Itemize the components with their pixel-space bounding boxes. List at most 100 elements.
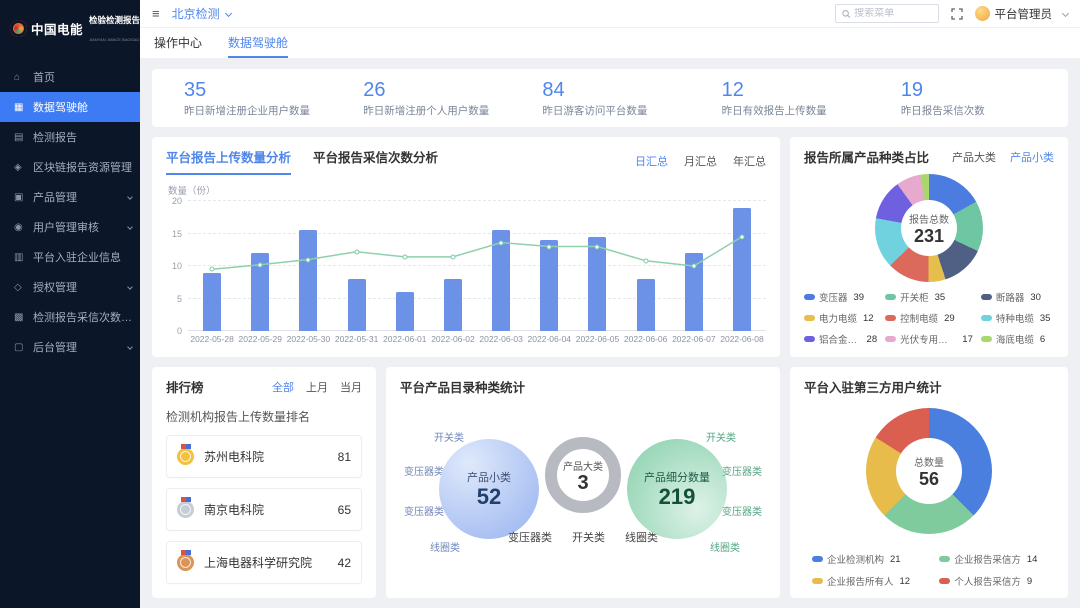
sidebar-item-label: 数据驾驶舱 (33, 99, 132, 115)
category-share-card: 报告所属产品种类占比 产品大类产品小类 报告总数 231 变压器39开关柜35断… (790, 137, 1068, 357)
legend-label: 光伏专用电缆 (900, 332, 956, 346)
bronze-medal-icon (177, 554, 194, 571)
stat-item: 26昨日新增注册个人用户数量 (341, 79, 520, 118)
legend-swatch-icon (939, 556, 950, 562)
bubble-label: 产品小类 (467, 469, 511, 485)
legend-item[interactable]: 海底电缆6 (981, 332, 1054, 346)
analysis-tab-adoption[interactable]: 平台报告采信次数分析 (313, 147, 438, 175)
legend-item[interactable]: 铝合金电缆28 (804, 332, 877, 346)
sidebar-item-label: 检测报告 (33, 129, 132, 145)
region-selector[interactable]: 北京检测 (172, 5, 231, 22)
period-tab-yearly[interactable]: 年汇总 (733, 153, 766, 169)
legend-value: 17 (962, 334, 973, 345)
sidebar-item-admin[interactable]: ▢后台管理 (0, 332, 140, 362)
legend-item[interactable]: 断路器 30 (981, 290, 1054, 304)
search-box[interactable] (835, 4, 939, 23)
legend-item[interactable]: 企业报告所有人12 (812, 574, 929, 588)
category-tabs: 产品大类产品小类 (952, 149, 1054, 165)
period-tab-daily[interactable]: 日汇总 (635, 153, 668, 169)
period-tab-monthly[interactable]: 月汇总 (684, 153, 717, 169)
detail-category-bubble[interactable]: 产品细分数量 219 (627, 439, 727, 539)
analysis-tab-upload[interactable]: 平台报告上传数量分析 (166, 147, 291, 175)
sidebar-item-label: 授权管理 (33, 279, 122, 295)
page-tab-dashboard[interactable]: 数据驾驶舱 (228, 28, 288, 58)
ranking-tab-last-month[interactable]: 上月 (306, 379, 328, 395)
bubble-label: 产品细分数量 (644, 469, 710, 485)
rank-name: 南京电科院 (204, 501, 338, 518)
users-donut-chart[interactable]: 总数量 56 (866, 408, 992, 534)
legend-label: 断路器 (996, 290, 1025, 304)
major-category-ring[interactable]: 产品大类 3 (545, 437, 621, 513)
float-label: 线圈类 (710, 539, 740, 554)
legend-item[interactable]: 光伏专用电缆 17 (885, 332, 973, 346)
float-label: 开关类 (434, 429, 464, 444)
stat-item: 19 昨日报告采信次数 (879, 79, 1058, 118)
legend-item[interactable]: 电力电缆12 (804, 311, 877, 325)
rank-item[interactable]: 苏州电科院81 (166, 435, 362, 478)
gold-medal-icon (177, 448, 194, 465)
legend-item[interactable]: 企业报告采信方14 (939, 552, 1046, 566)
legend-item[interactable]: 特种电缆35 (981, 311, 1054, 325)
fullscreen-icon[interactable] (951, 8, 963, 20)
upload-analysis-card: 平台报告上传数量分析平台报告采信次数分析 日汇总月汇总年汇总 数量（份） 051… (152, 137, 780, 357)
stat-label: 昨日新增注册企业用户数量 (184, 103, 341, 118)
legend-item[interactable]: 变压器39 (804, 290, 877, 304)
sidebar-item-product[interactable]: ▣产品管理 (0, 182, 140, 212)
catalog-stats-card: 平台产品目录种类统计 开关类变压器类变压器类线圈类 产品小类 52 产品大类 3 (386, 367, 780, 598)
sidebar-item-user-audit[interactable]: ◉用户管理审核 (0, 212, 140, 242)
charts-row: 平台报告上传数量分析平台报告采信次数分析 日汇总月汇总年汇总 数量（份） 051… (152, 137, 1068, 357)
stat-label: 昨日报告采信次数 (901, 103, 1058, 118)
rank-item[interactable]: 上海电器科学研究院42 (166, 541, 362, 584)
bar-chart[interactable]: 05101520 (166, 201, 766, 331)
legend-label: 控制电缆 (900, 311, 938, 325)
sidebar-item-label: 产品管理 (33, 189, 122, 205)
topbar: ≡ 北京检测 平台管理员 (140, 0, 1080, 28)
page-tab-operation[interactable]: 操作中心 (154, 28, 202, 58)
plot-area (188, 201, 766, 331)
rank-value: 81 (338, 450, 351, 464)
category-tab-minor[interactable]: 产品小类 (1010, 149, 1054, 165)
rank-item[interactable]: 南京电科院65 (166, 488, 362, 531)
x-tick-label: 2022-05-31 (333, 334, 381, 344)
major-label: 变压器类 (508, 529, 552, 545)
ranking-tab-all[interactable]: 全部 (272, 379, 294, 395)
brand-platform: 检验检测报告平台 JIANYAN JIANCE BAOGAO PINGTAI (89, 10, 132, 46)
sidebar-item-blockchain[interactable]: ◈区块链报告资源管理 (0, 152, 140, 182)
line-point (547, 244, 552, 249)
sidebar-item-home[interactable]: ⌂首页 (0, 62, 140, 92)
legend-value: 21 (890, 554, 901, 565)
stat-value: 84 (542, 79, 699, 101)
sidebar-item-authorization[interactable]: ◇授权管理 (0, 272, 140, 302)
sidebar-item-enterprise[interactable]: ▥平台入驻企业信息 (0, 242, 140, 272)
donut-center: 总数量 56 (896, 438, 962, 504)
stat-value: 19 (901, 79, 1058, 101)
search-input[interactable] (854, 8, 931, 19)
category-donut-chart[interactable]: 报告总数 231 (875, 174, 983, 282)
legend-value: 30 (1030, 292, 1041, 303)
sidebar-item-adoption-stats[interactable]: ▩检测报告采信次数统计 (0, 302, 140, 332)
small-category-bubble[interactable]: 产品小类 52 (439, 439, 539, 539)
ranking-card-header: 排行榜 全部上月当月 (166, 377, 362, 396)
sidebar-item-dashboard[interactable]: ▦数据驾驶舱 (0, 92, 140, 122)
legend-item[interactable]: 企业检测机构21 (812, 552, 929, 566)
rank-value: 65 (338, 503, 351, 517)
x-tick-label: 2022-06-06 (622, 334, 670, 344)
stat-item: 12昨日有效报告上传数量 (700, 79, 879, 118)
category-tab-major[interactable]: 产品大类 (952, 149, 996, 165)
legend-item[interactable]: 个人报告采信方9 (939, 574, 1046, 588)
legend-value: 29 (944, 313, 955, 324)
major-category-group: 产品大类 3 变压器类开关类线圈类 (539, 413, 627, 589)
ranking-list: 苏州电科院81 南京电科院65 上海电器科学研究院42 (166, 435, 362, 584)
blockchain-icon: ◈ (14, 162, 26, 173)
y-tick-label: 10 (172, 261, 182, 271)
legend-item[interactable]: 开关柜35 (885, 290, 973, 304)
ranking-tab-this-month[interactable]: 当月 (340, 379, 362, 395)
sidebar-item-report[interactable]: ▤检测报告 (0, 122, 140, 152)
third-party-users-card: 平台入驻第三方用户统计 总数量 56 企业检测机构21企业报告采信方14企业报告… (790, 367, 1068, 598)
users-legend: 企业检测机构21 企业报告采信方14 企业报告所有人12 个人报告采信方9 (812, 552, 1046, 588)
collapse-menu-icon[interactable]: ≡ (152, 6, 160, 21)
legend-item[interactable]: 控制电缆 29 (885, 311, 973, 325)
x-tick-label: 2022-06-07 (670, 334, 718, 344)
user-menu[interactable]: 平台管理员 (975, 6, 1069, 22)
x-tick-label: 2022-06-04 (525, 334, 573, 344)
